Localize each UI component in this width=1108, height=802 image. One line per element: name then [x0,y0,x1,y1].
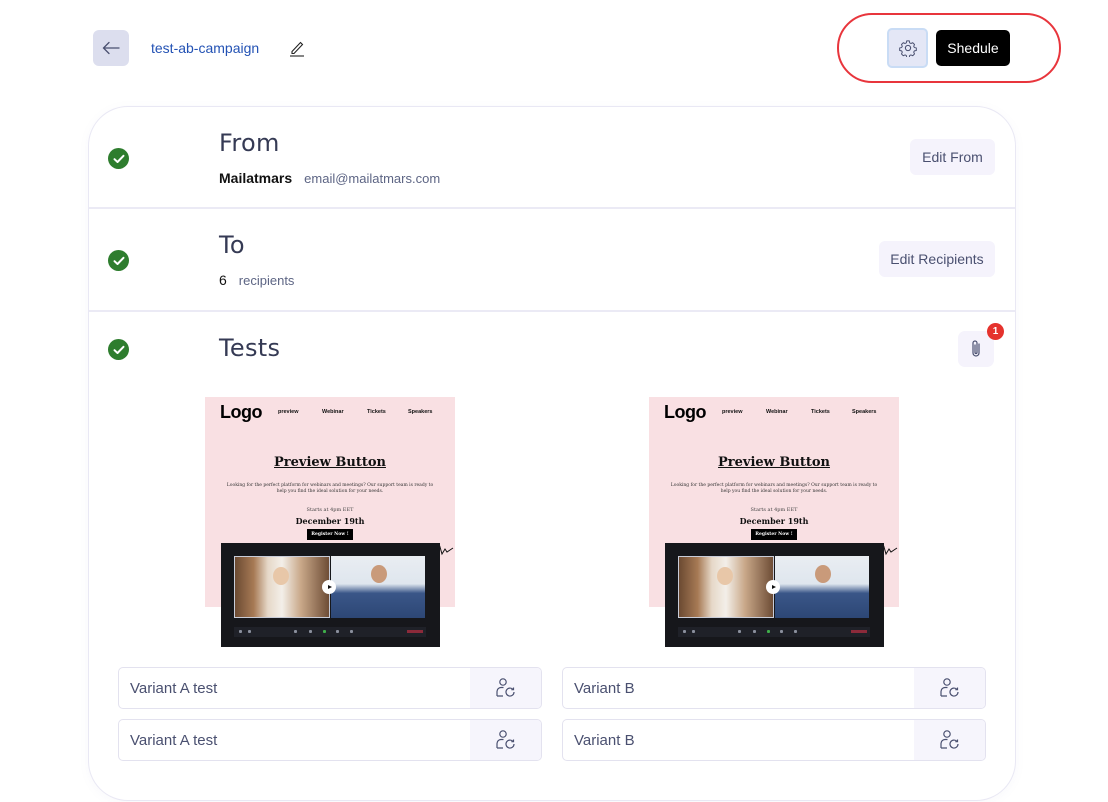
video-call-image [665,543,884,647]
variant-a-input[interactable] [119,668,470,708]
gear-icon [898,40,917,57]
preview-nav-item: Tickets [367,409,386,415]
variant-b-assign-button[interactable] [914,720,985,760]
from-title: From [219,129,280,157]
back-button[interactable] [93,30,129,66]
preview-nav-item: preview [722,409,743,415]
pencil-icon [290,41,304,57]
schedule-button[interactable]: Shedule [936,30,1010,66]
preview-nav-item: Speakers [852,409,877,415]
preview-nav-item: Tickets [811,409,830,415]
preview-nav-item: Speakers [408,409,433,415]
variant-a-field [118,667,542,709]
arrow-left-icon [102,41,120,55]
edit-name-button[interactable] [289,39,305,57]
variant-a-field [118,719,542,761]
video-participant-man [331,556,425,618]
from-details: Mailatmars email@mailatmars.com [219,170,440,186]
preview-nav-item: Webinar [766,409,788,415]
variant-a-assign-button[interactable] [470,668,541,708]
attachment-count-badge: 1 [987,323,1004,340]
user-refresh-icon [495,730,515,749]
to-section: To 6 recipients Edit Recipients [89,209,1015,312]
video-participant-woman [234,556,330,618]
preview-description: Looking for the perfect platform for web… [226,483,434,494]
email-preview-a[interactable]: Logo preview Webinar Tickets Speakers Pr… [205,397,455,647]
squiggle-decoration [881,545,898,556]
tests-section: Tests 1 Logo preview Webinar Tickets Spe… [89,312,1015,800]
variant-a-input[interactable] [119,720,470,760]
recipient-count: 6 [219,272,227,288]
sender-email: email@mailatmars.com [304,171,441,186]
variant-a-assign-button[interactable] [470,720,541,760]
from-section: From Mailatmars email@mailatmars.com Edi… [89,107,1015,209]
preview-start-time: Starts at 4pm EET [750,507,798,513]
campaign-name[interactable]: test-ab-campaign [151,40,259,56]
variant-b-field [562,719,986,761]
play-icon [766,580,780,594]
variant-b-field [562,667,986,709]
preview-logo: Logo [220,402,262,422]
preview-register-button: Register Now ! [307,529,353,540]
user-refresh-icon [939,678,959,697]
video-participant-woman [678,556,774,618]
preview-date: December 19th [739,516,809,526]
check-circle-icon [108,148,129,169]
variant-b-input[interactable] [563,720,914,760]
user-refresh-icon [495,678,515,697]
squiggle-decoration [437,545,454,556]
video-participant-man [775,556,869,618]
preview-nav-item: Webinar [322,409,344,415]
preview-nav-item: preview [278,409,299,415]
call-toolbar [678,627,870,637]
edit-from-button[interactable]: Edit From [910,139,995,175]
to-details: 6 recipients [219,272,294,288]
preview-title: Preview Button [274,455,386,470]
preview-register-button: Register Now ! [751,529,797,540]
preview-date: December 19th [295,516,365,526]
campaign-card: From Mailatmars email@mailatmars.com Edi… [88,106,1016,801]
play-icon [322,580,336,594]
call-toolbar [234,627,426,637]
variant-b-assign-button[interactable] [914,668,985,708]
preview-start-time: Starts at 4pm EET [306,507,354,513]
edit-recipients-button[interactable]: Edit Recipients [879,241,995,277]
variant-b-input[interactable] [563,668,914,708]
to-title: To [219,231,245,259]
tests-title: Tests [219,334,281,362]
email-preview-b[interactable]: Logo preview Webinar Tickets Speakers Pr… [649,397,899,647]
preview-logo: Logo [664,402,706,422]
preview-description: Looking for the perfect platform for web… [670,483,878,494]
video-call-image [221,543,440,647]
settings-button[interactable] [887,28,928,68]
check-circle-icon [108,250,129,271]
sender-name: Mailatmars [219,170,293,186]
preview-title: Preview Button [718,455,830,470]
paperclip-icon [972,340,980,357]
check-circle-icon [108,339,129,360]
recipient-label: recipients [238,273,295,288]
user-refresh-icon [939,730,959,749]
